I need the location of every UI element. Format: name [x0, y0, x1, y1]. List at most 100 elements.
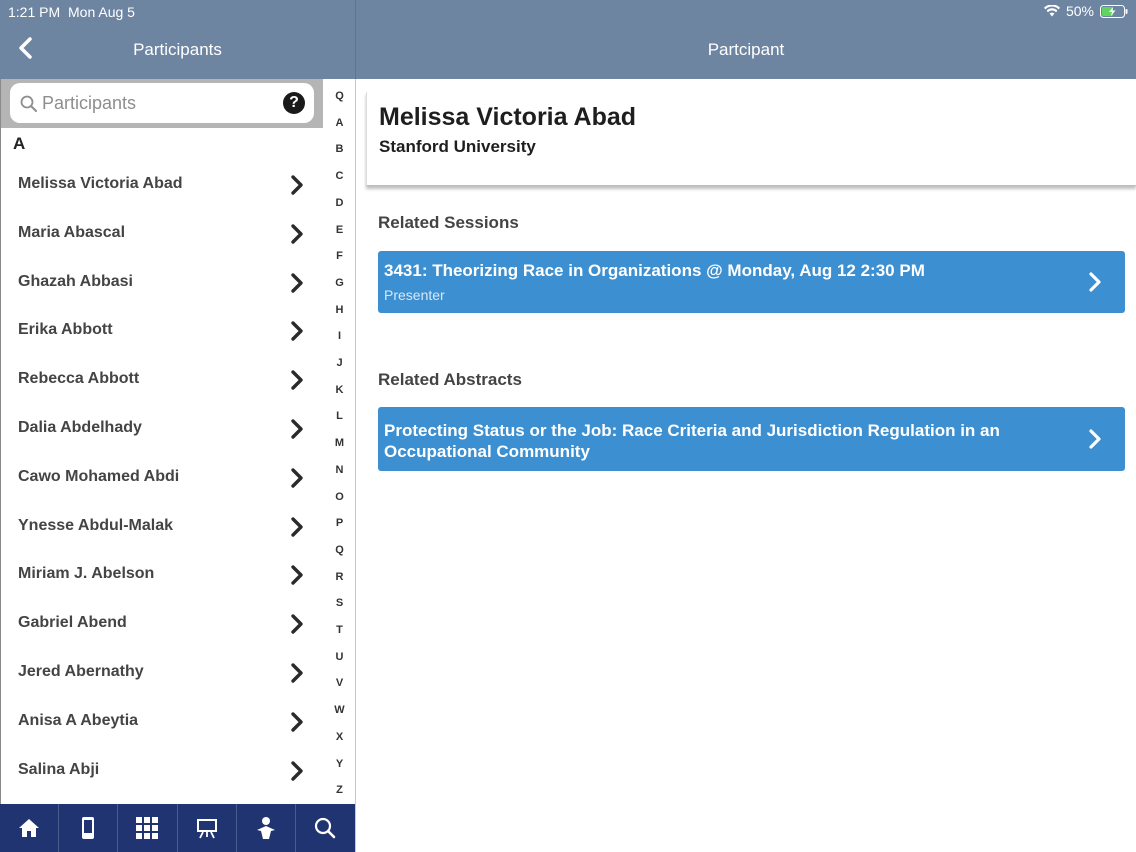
- index-letter[interactable]: M: [323, 437, 356, 449]
- tab-sessions[interactable]: [178, 804, 237, 852]
- list-item[interactable]: Cawo Mohamed Abdi: [1, 453, 323, 502]
- index-letter[interactable]: B: [323, 143, 356, 155]
- list-item[interactable]: Ghazah Abbasi: [1, 258, 323, 307]
- index-letter[interactable]: O: [323, 491, 356, 503]
- home-icon: [19, 819, 40, 837]
- index-letter[interactable]: X: [323, 731, 356, 743]
- pane-divider: [355, 79, 356, 852]
- index-letter[interactable]: A: [323, 117, 356, 129]
- search-bar: ?: [1, 79, 323, 128]
- participant-name-label: Ynesse Abdul-Malak: [18, 516, 174, 534]
- participant-name-label: Melissa Victoria Abad: [18, 175, 183, 192]
- list-item[interactable]: Gabriel Abend: [1, 599, 323, 648]
- list-item[interactable]: Jered Abernathy: [1, 648, 323, 697]
- list-item[interactable]: Ynesse Abdul-Malak: [1, 502, 323, 551]
- session-role: Presenter: [384, 287, 445, 303]
- abstract-card[interactable]: Protecting Status or the Job: Race Crite…: [378, 407, 1125, 471]
- index-letter[interactable]: I: [323, 330, 356, 342]
- tab-phone[interactable]: [59, 804, 119, 852]
- chevron-right-icon: [291, 663, 303, 683]
- tab-home[interactable]: [0, 804, 60, 852]
- abstract-title-line2: Occupational Community: [384, 442, 590, 461]
- index-letter[interactable]: K: [323, 384, 356, 396]
- search-input[interactable]: [42, 90, 272, 116]
- index-letter[interactable]: G: [323, 277, 356, 289]
- index-search-icon[interactable]: Q: [323, 90, 356, 102]
- index-letter[interactable]: V: [323, 677, 356, 689]
- battery-percent: 50%: [1065, 3, 1094, 19]
- presentation-icon: [196, 819, 217, 839]
- participant-list: Melissa Victoria Abad Maria Abascal Ghazah…: [1, 160, 323, 794]
- index-letter[interactable]: Q: [323, 544, 356, 556]
- chevron-right-icon: [291, 760, 303, 781]
- alphabet-index[interactable]: Q A B C D E F G H I J K L M N O P Q R S T U V W X Y Z: [323, 79, 356, 804]
- participant-title: Partcipant: [707, 40, 785, 59]
- chevron-right-icon: [1089, 429, 1101, 449]
- index-letter[interactable]: P: [323, 517, 356, 529]
- index-letter[interactable]: N: [323, 464, 356, 476]
- chevron-right-icon: [291, 419, 303, 439]
- related-sessions-title: Related Sessions: [378, 213, 519, 232]
- list-item[interactable]: Melissa Victoria Abad: [1, 160, 323, 209]
- participant-name-label: Miriam J. Abelson: [18, 565, 155, 583]
- list-item[interactable]: Rebecca Abbott: [1, 355, 323, 404]
- index-letter[interactable]: S: [323, 597, 356, 609]
- index-letter[interactable]: W: [323, 704, 356, 716]
- chevron-right-icon: [291, 224, 303, 244]
- related-abstracts-title: Related Abstracts: [378, 370, 522, 389]
- status-time: 1:21 PM: [8, 4, 61, 20]
- chevron-right-icon: [291, 468, 303, 488]
- list-item[interactable]: Anisa A Abeytia: [1, 697, 323, 746]
- person-icon: [256, 817, 275, 839]
- chevron-right-icon: [291, 712, 303, 732]
- chevron-right-icon: [291, 272, 303, 293]
- index-letter[interactable]: E: [323, 224, 356, 236]
- index-letter[interactable]: J: [323, 357, 356, 369]
- abstract-title-line1: Protecting Status or the Job: Race Crite…: [384, 421, 1000, 440]
- index-letter[interactable]: Y: [323, 758, 356, 770]
- index-letter[interactable]: F: [323, 250, 356, 262]
- participants-title: Participants: [133, 40, 222, 59]
- list-item[interactable]: Erika Abbott: [1, 306, 323, 355]
- help-icon[interactable]: ?: [283, 92, 305, 114]
- tab-search[interactable]: [296, 804, 355, 852]
- index-letter[interactable]: C: [323, 170, 356, 182]
- search-icon: [20, 95, 37, 112]
- chevron-right-icon: [291, 175, 303, 195]
- participant-name-label: Salina Abji: [18, 760, 100, 778]
- list-item[interactable]: Dalia Abdelhady: [1, 404, 323, 453]
- search-icon: [315, 817, 336, 839]
- session-card[interactable]: 3431: Theorizing Race in Organizations @…: [378, 251, 1125, 313]
- chevron-right-icon: [291, 614, 303, 634]
- index-letter[interactable]: Z: [323, 784, 356, 796]
- index-letter[interactable]: H: [323, 304, 356, 316]
- chevron-right-icon: [291, 565, 303, 586]
- index-letter[interactable]: U: [323, 651, 356, 663]
- index-letter[interactable]: T: [323, 624, 356, 636]
- index-letter[interactable]: R: [323, 571, 356, 583]
- wifi-icon: [1043, 5, 1060, 17]
- grid-icon: [136, 817, 159, 839]
- tab-participants[interactable]: [237, 804, 296, 852]
- status-right: 50%: [1043, 3, 1128, 19]
- tab-grid[interactable]: [118, 804, 178, 852]
- index-letter[interactable]: L: [323, 410, 356, 422]
- list-item[interactable]: Miriam J. Abelson: [1, 550, 323, 599]
- participant-name-label: Gabriel Abend: [18, 614, 127, 632]
- section-header: A: [13, 134, 26, 153]
- session-title: 3431: Theorizing Race in Organizations @…: [384, 261, 925, 280]
- chevron-right-icon: [291, 516, 303, 537]
- participant-name-label: Dalia Abdelhady: [18, 418, 142, 436]
- index-letter[interactable]: D: [323, 197, 356, 209]
- phone-icon: [82, 817, 95, 839]
- participant-name-label: Rebecca Abbott: [18, 370, 140, 388]
- participant-name-label: Anisa A Abeytia: [18, 711, 139, 729]
- top-bar: 1:21 PM Mon Aug 5 50% Participants Partc…: [0, 0, 1136, 79]
- list-item[interactable]: Salina Abji: [1, 746, 323, 795]
- status-date: Mon Aug 5: [68, 4, 135, 20]
- tab-bar: [0, 804, 355, 852]
- search-box: ?: [10, 83, 314, 123]
- chevron-right-icon: [291, 370, 303, 390]
- participant-name-label: Maria Abascal: [18, 223, 126, 241]
- list-item[interactable]: Maria Abascal: [1, 209, 323, 258]
